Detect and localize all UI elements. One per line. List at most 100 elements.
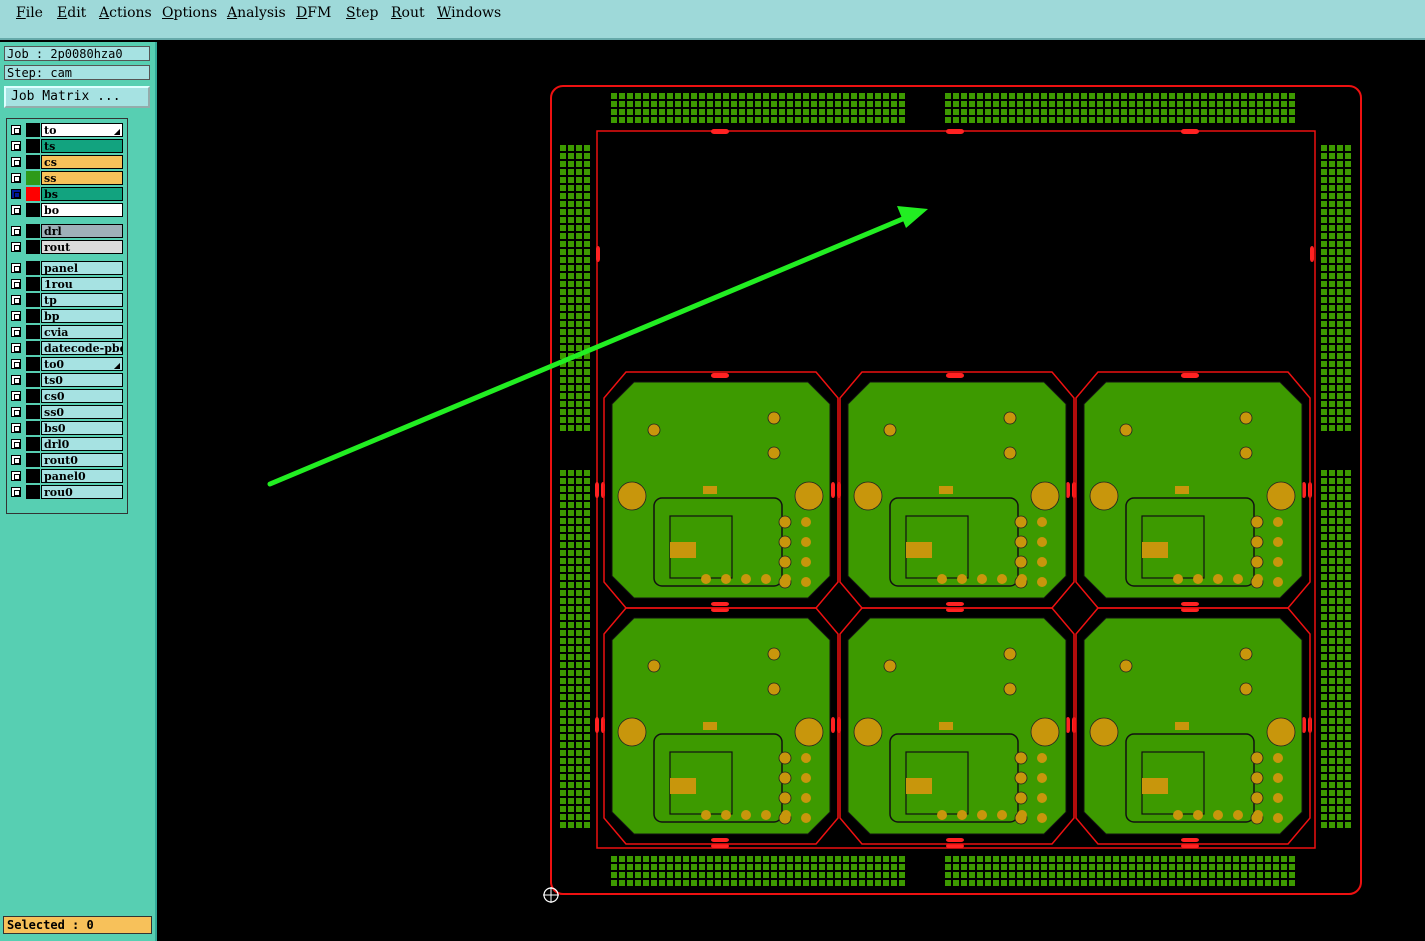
layer-name[interactable]: cs0: [41, 389, 123, 403]
layer-checkbox[interactable]: [11, 327, 21, 337]
layer-color-swatch[interactable]: [26, 123, 40, 137]
layer-row-rou0[interactable]: rou0: [7, 485, 127, 499]
layer-color-swatch[interactable]: [26, 171, 40, 185]
layer-color-swatch[interactable]: [26, 485, 40, 499]
layer-name[interactable]: bp: [41, 309, 123, 323]
layer-color-swatch[interactable]: [26, 341, 40, 355]
layer-row-rout0[interactable]: rout0: [7, 453, 127, 467]
layer-color-swatch[interactable]: [26, 224, 40, 238]
layer-name[interactable]: ss: [41, 171, 123, 185]
layer-checkbox[interactable]: [11, 407, 21, 417]
layer-color-swatch[interactable]: [26, 277, 40, 291]
layer-checkbox[interactable]: [11, 173, 21, 183]
layer-row-bp[interactable]: bp: [7, 309, 127, 323]
layer-row-bs0[interactable]: bs0: [7, 421, 127, 435]
layer-row-drl0[interactable]: drl0: [7, 437, 127, 451]
menu-step[interactable]: Step: [346, 5, 378, 21]
layer-name[interactable]: ts: [41, 139, 123, 153]
layer-checkbox[interactable]: [11, 242, 21, 252]
layer-row-cs[interactable]: cs: [7, 155, 127, 169]
layer-color-swatch[interactable]: [26, 203, 40, 217]
layer-name[interactable]: ss0: [41, 405, 123, 419]
layer-color-swatch[interactable]: [26, 373, 40, 387]
menu-actions[interactable]: Actions: [99, 5, 152, 21]
layer-name[interactable]: panel: [41, 261, 123, 275]
layer-color-swatch[interactable]: [26, 261, 40, 275]
layer-name[interactable]: bo: [41, 203, 123, 217]
layer-checkbox[interactable]: [11, 279, 21, 289]
layer-checkbox[interactable]: [11, 375, 21, 385]
layer-row-to0[interactable]: to0 ◢: [7, 357, 127, 371]
layer-name[interactable]: rout0: [41, 453, 123, 467]
layer-name[interactable]: drl: [41, 224, 123, 238]
layer-color-swatch[interactable]: [26, 187, 40, 201]
layer-checkbox[interactable]: [11, 311, 21, 321]
layer-row-drl[interactable]: drl: [7, 224, 127, 238]
layer-checkbox[interactable]: [11, 471, 21, 481]
menu-windows[interactable]: Windows: [437, 5, 501, 21]
layer-checkbox[interactable]: [11, 439, 21, 449]
layer-name[interactable]: 1rou: [41, 277, 123, 291]
layer-checkbox[interactable]: [11, 205, 21, 215]
layer-checkbox[interactable]: [11, 263, 21, 273]
layer-row-cvia[interactable]: cvia: [7, 325, 127, 339]
layer-color-swatch[interactable]: [26, 293, 40, 307]
layer-row-cs0[interactable]: cs0: [7, 389, 127, 403]
layer-color-swatch[interactable]: [26, 139, 40, 153]
layer-color-swatch[interactable]: [26, 389, 40, 403]
menu-edit[interactable]: Edit: [57, 5, 86, 21]
layer-color-swatch[interactable]: [26, 155, 40, 169]
layer-name[interactable]: cvia: [41, 325, 123, 339]
layer-checkbox[interactable]: [11, 423, 21, 433]
layer-checkbox[interactable]: [11, 157, 21, 167]
job-matrix-button[interactable]: Job Matrix ...: [4, 86, 150, 108]
layer-row-datecode-pbe[interactable]: datecode-pbe: [7, 341, 127, 355]
layer-row-tp[interactable]: tp: [7, 293, 127, 307]
layer-name[interactable]: to ◢: [41, 123, 123, 137]
layer-color-swatch[interactable]: [26, 309, 40, 323]
layer-checkbox[interactable]: [11, 295, 21, 305]
menu-rout[interactable]: Rout: [391, 5, 425, 21]
layer-checkbox[interactable]: [11, 455, 21, 465]
layer-color-swatch[interactable]: [26, 421, 40, 435]
layer-row-panel0[interactable]: panel0: [7, 469, 127, 483]
layer-name[interactable]: tp: [41, 293, 123, 307]
layer-color-swatch[interactable]: [26, 357, 40, 371]
menu-file[interactable]: File: [16, 5, 43, 21]
layer-name[interactable]: datecode-pbe: [41, 341, 123, 355]
layer-name[interactable]: cs: [41, 155, 123, 169]
layer-color-swatch[interactable]: [26, 405, 40, 419]
layer-checkbox[interactable]: [11, 189, 21, 199]
layer-color-swatch[interactable]: [26, 453, 40, 467]
layer-row-ts[interactable]: ts: [7, 139, 127, 153]
layer-row-to[interactable]: to ◢: [7, 123, 127, 137]
layer-row-rout[interactable]: rout: [7, 240, 127, 254]
graphics-canvas[interactable]: [158, 42, 1425, 941]
menu-dfm[interactable]: DFM: [296, 5, 331, 21]
layer-color-swatch[interactable]: [26, 240, 40, 254]
layer-checkbox[interactable]: [11, 226, 21, 236]
layer-color-swatch[interactable]: [26, 469, 40, 483]
layer-row-1rou[interactable]: 1rou: [7, 277, 127, 291]
layer-name[interactable]: bs0: [41, 421, 123, 435]
layer-checkbox[interactable]: [11, 141, 21, 151]
menu-options[interactable]: Options: [162, 5, 217, 21]
layer-color-swatch[interactable]: [26, 325, 40, 339]
layer-name[interactable]: panel0: [41, 469, 123, 483]
layer-name[interactable]: bs: [41, 187, 123, 201]
layer-name[interactable]: ts0: [41, 373, 123, 387]
layer-checkbox[interactable]: [11, 391, 21, 401]
layer-row-ss0[interactable]: ss0: [7, 405, 127, 419]
layer-checkbox[interactable]: [11, 487, 21, 497]
layer-name[interactable]: rou0: [41, 485, 123, 499]
layer-row-panel[interactable]: panel: [7, 261, 127, 275]
layer-checkbox[interactable]: [11, 343, 21, 353]
layer-row-ts0[interactable]: ts0: [7, 373, 127, 387]
menu-analysis[interactable]: Analysis: [227, 5, 286, 21]
layer-checkbox[interactable]: [11, 125, 21, 135]
layer-name[interactable]: to0 ◢: [41, 357, 123, 371]
layer-name[interactable]: rout: [41, 240, 123, 254]
layer-name[interactable]: drl0: [41, 437, 123, 451]
layer-row-ss[interactable]: ss: [7, 171, 127, 185]
layer-checkbox[interactable]: [11, 359, 21, 369]
